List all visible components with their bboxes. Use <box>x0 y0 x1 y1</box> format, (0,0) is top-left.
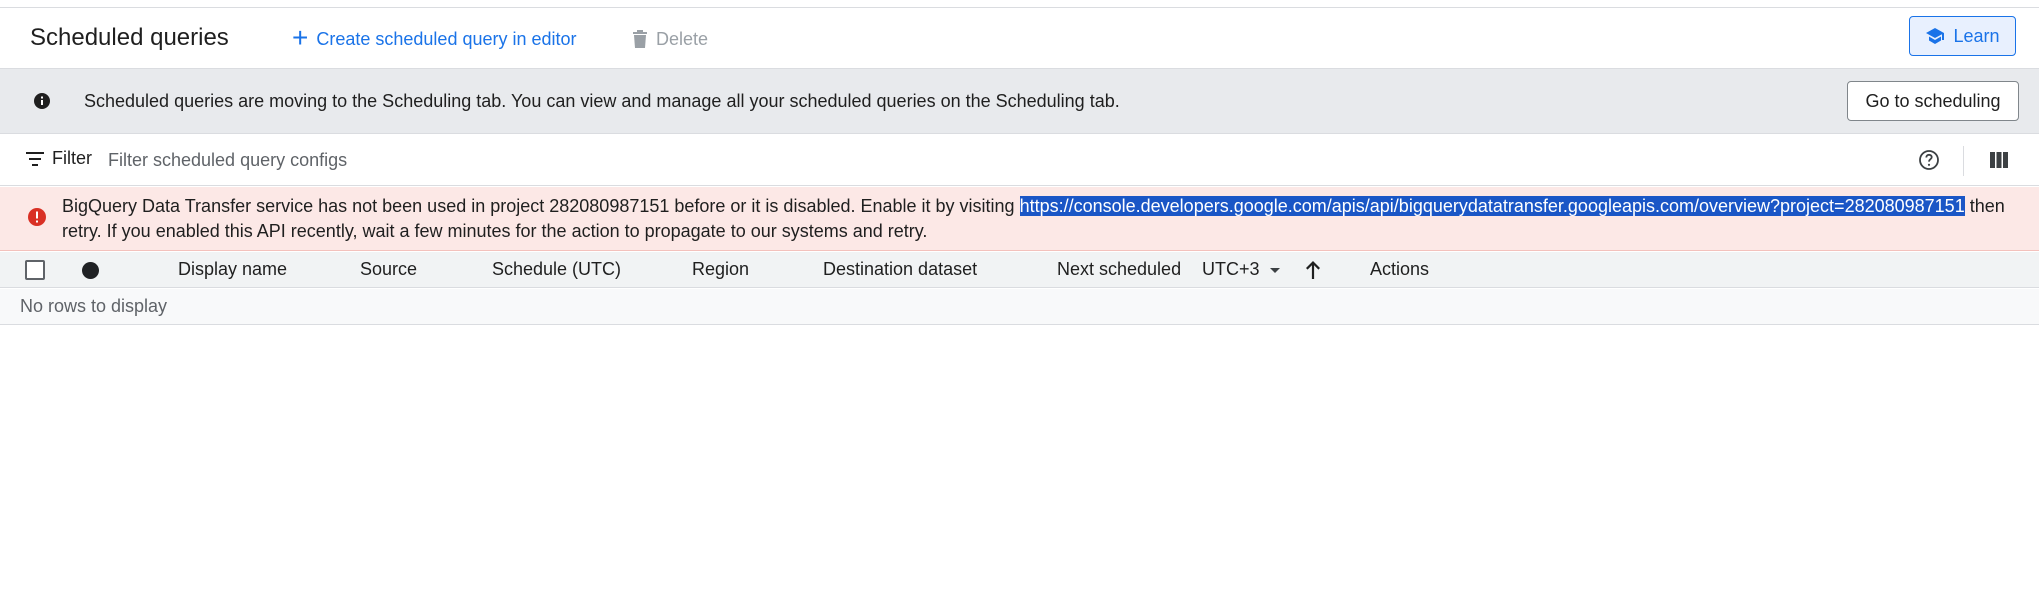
error-banner: BigQuery Data Transfer service has not b… <box>0 187 2039 251</box>
timezone-label: UTC+3 <box>1202 259 1260 279</box>
delete-label: Delete <box>656 28 709 49</box>
status-column-icon <box>82 262 99 279</box>
columns-icon[interactable] <box>1988 149 2010 171</box>
filter-bar: Filter <box>0 134 2039 186</box>
column-destination-dataset[interactable]: Destination dataset <box>823 259 977 280</box>
column-next-scheduled[interactable]: Next scheduled <box>1057 259 1181 280</box>
error-message: BigQuery Data Transfer service has not b… <box>62 194 2032 244</box>
create-scheduled-query-label: Create scheduled query in editor <box>316 28 577 49</box>
filter-input[interactable] <box>108 146 1108 174</box>
column-schedule[interactable]: Schedule (UTC) <box>492 259 621 280</box>
column-source[interactable]: Source <box>360 259 417 280</box>
select-all-checkbox[interactable] <box>25 260 45 280</box>
filter-icon <box>26 151 44 166</box>
school-icon <box>1926 28 1945 44</box>
empty-table-row: No rows to display <box>0 289 2039 325</box>
info-message: Scheduled queries are moving to the Sche… <box>84 91 1120 111</box>
toolbar-divider <box>1963 146 1964 176</box>
filter-button[interactable]: Filter <box>26 148 92 169</box>
learn-button[interactable]: Learn <box>1909 16 2016 56</box>
arrow-up-icon[interactable] <box>1303 258 1323 282</box>
info-icon <box>34 93 50 109</box>
page-header: Scheduled queries + Create scheduled que… <box>0 8 2039 68</box>
column-actions: Actions <box>1370 259 1430 279</box>
error-text-before: BigQuery Data Transfer service has not b… <box>62 196 1020 216</box>
page-title: Scheduled queries <box>30 24 229 51</box>
help-icon[interactable] <box>1917 148 1941 172</box>
caret-down-icon <box>1269 268 1280 273</box>
empty-table-message: No rows to display <box>20 296 168 316</box>
error-icon <box>28 208 46 226</box>
delete-button[interactable]: Delete <box>632 22 708 56</box>
info-banner: Scheduled queries are moving to the Sche… <box>0 68 2039 134</box>
filter-label: Filter <box>52 148 92 168</box>
table-header: Display name Source Schedule (UTC) Regio… <box>0 252 2039 288</box>
timezone-dropdown[interactable]: UTC+3 <box>1202 259 1280 280</box>
create-scheduled-query-button[interactable]: + Create scheduled query in editor <box>292 22 577 56</box>
plus-icon: + <box>292 21 309 53</box>
top-border <box>0 0 2039 8</box>
learn-label: Learn <box>1953 25 2000 46</box>
column-region[interactable]: Region <box>692 259 749 280</box>
trash-icon <box>633 30 647 48</box>
column-display-name[interactable]: Display name <box>178 259 287 280</box>
error-link[interactable]: https://console.developers.google.com/ap… <box>1019 196 1965 216</box>
go-to-scheduling-button[interactable]: Go to scheduling <box>1847 81 2019 121</box>
